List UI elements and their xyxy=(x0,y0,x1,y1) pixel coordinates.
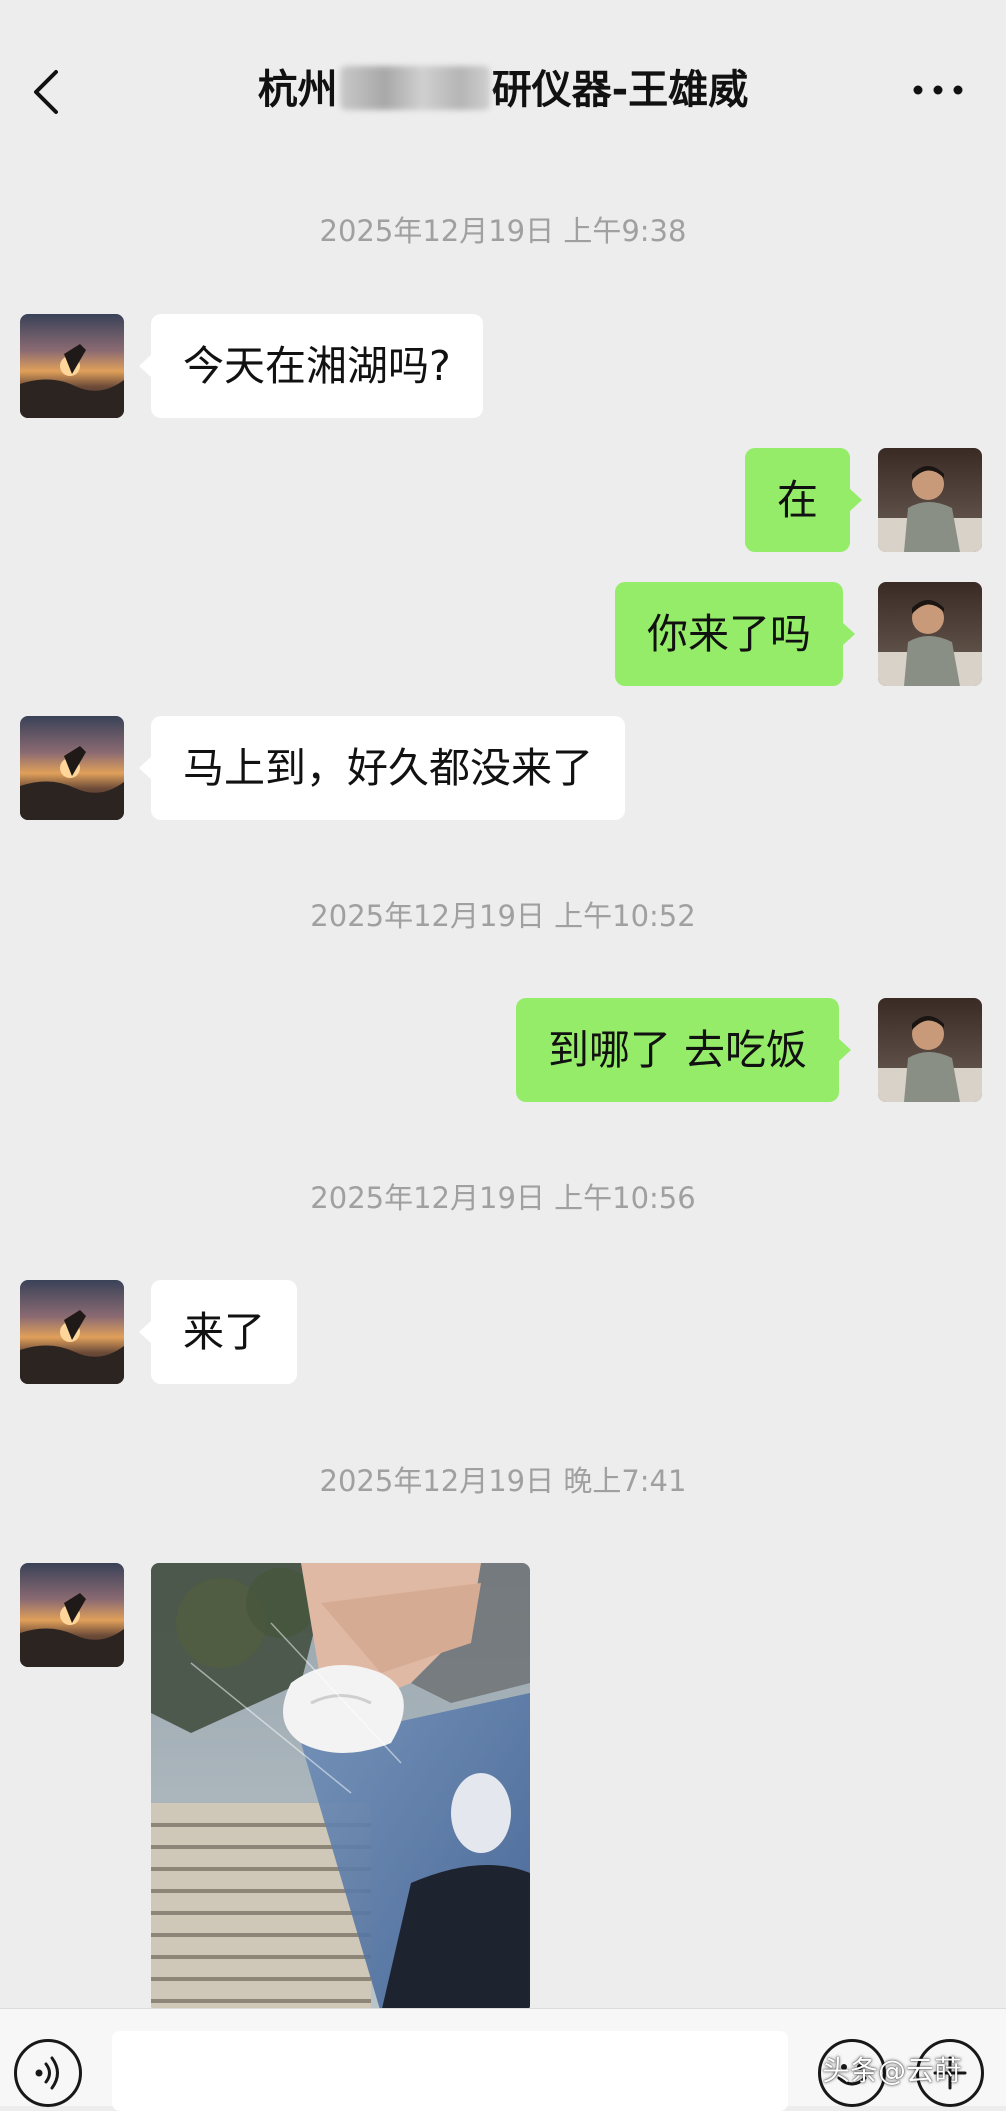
redacted-text xyxy=(339,66,490,110)
self-avatar[interactable] xyxy=(878,998,982,1102)
watermark: 头条@云莳 xyxy=(822,2054,963,2087)
contact-avatar[interactable] xyxy=(20,1563,124,1667)
contact-avatar[interactable] xyxy=(20,314,124,418)
message-bubble-incoming[interactable]: 马上到，好久都没来了 xyxy=(139,716,625,820)
message-bubble-incoming[interactable]: 今天在湘湖吗? xyxy=(139,314,483,418)
image-message[interactable] xyxy=(151,1563,530,2013)
message-bubble-incoming[interactable]: 来了 xyxy=(139,1280,297,1384)
title-prefix: 杭州 xyxy=(257,67,338,113)
contact-avatar[interactable] xyxy=(20,716,124,820)
more-button[interactable] xyxy=(908,70,968,110)
self-avatar[interactable] xyxy=(878,448,982,552)
self-avatar[interactable] xyxy=(878,582,982,686)
timestamp: 2025年12月19日 上午10:56 xyxy=(310,1181,696,1215)
chevron-left-icon xyxy=(34,70,58,114)
message-bubble-outgoing[interactable]: 在 xyxy=(745,448,862,552)
title-suffix: 研仪器-王雄威 xyxy=(491,67,749,113)
message-bubble-outgoing[interactable]: 到哪了 去吃饭 xyxy=(516,998,852,1102)
voice-icon xyxy=(35,2056,59,2090)
more-dots-icon xyxy=(913,85,963,95)
voice-button[interactable] xyxy=(14,2039,82,2107)
input-bar: 头条@云莳 xyxy=(0,2008,1006,2111)
chat-title: 杭州 研仪器-王雄威 xyxy=(150,58,856,122)
contact-avatar[interactable] xyxy=(20,1280,124,1384)
chat-header: 杭州 研仪器-王雄威 xyxy=(0,0,1006,160)
timestamp: 2025年12月19日 晚上7:41 xyxy=(319,1464,687,1498)
message-bubble-outgoing[interactable]: 你来了吗 xyxy=(615,582,855,686)
back-button[interactable] xyxy=(22,62,72,122)
message-input[interactable] xyxy=(112,2031,788,2111)
timestamp: 2025年12月19日 上午10:52 xyxy=(310,899,696,933)
timestamp: 2025年12月19日 上午9:38 xyxy=(319,214,687,248)
